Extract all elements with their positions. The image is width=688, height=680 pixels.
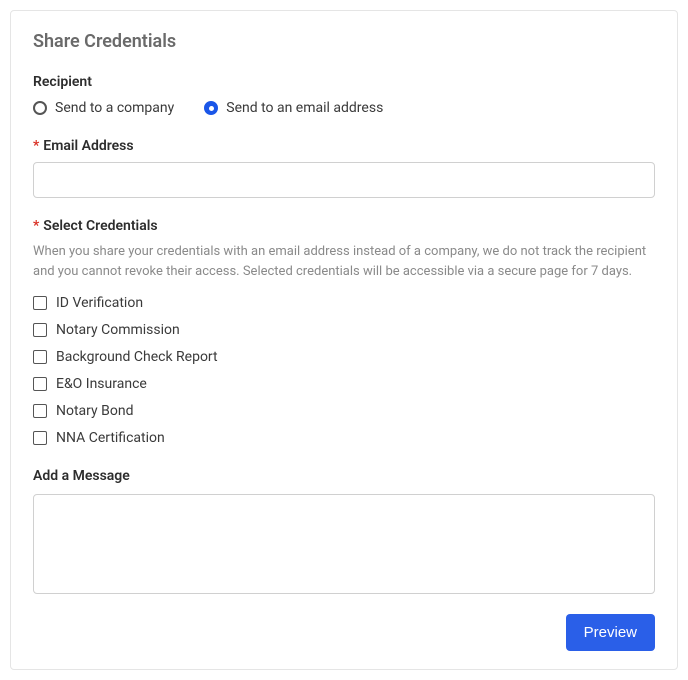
checkbox-notary-commission[interactable]: Notary Commission	[33, 322, 655, 338]
checkbox-label: E&O Insurance	[56, 376, 147, 392]
required-asterisk-icon: *	[33, 138, 39, 154]
checkbox-notary-bond[interactable]: Notary Bond	[33, 403, 655, 419]
checkbox-label: Background Check Report	[56, 349, 218, 365]
select-credentials-label-text: Select Credentials	[43, 218, 157, 234]
checkbox-icon	[33, 404, 47, 418]
message-label: Add a Message	[33, 468, 655, 484]
radio-unselected-icon	[33, 101, 47, 115]
checkbox-label: NNA Certification	[56, 430, 165, 446]
checkbox-label: ID Verification	[56, 295, 143, 311]
checkbox-eo-insurance[interactable]: E&O Insurance	[33, 376, 655, 392]
email-label: *Email Address	[33, 138, 655, 154]
footer: Preview	[33, 614, 655, 651]
select-credentials-label: *Select Credentials	[33, 218, 655, 234]
message-textarea[interactable]	[33, 494, 655, 594]
recipient-radio-company-label: Send to a company	[55, 100, 174, 116]
credentials-checkbox-list: ID Verification Notary Commission Backgr…	[33, 295, 655, 446]
checkbox-icon	[33, 431, 47, 445]
checkbox-label: Notary Commission	[56, 322, 180, 338]
recipient-label: Recipient	[33, 74, 655, 90]
share-credentials-card: Share Credentials Recipient Send to a co…	[10, 10, 678, 670]
checkbox-icon	[33, 296, 47, 310]
recipient-radio-email-label: Send to an email address	[226, 100, 383, 116]
radio-selected-icon	[204, 101, 218, 115]
checkbox-id-verification[interactable]: ID Verification	[33, 295, 655, 311]
checkbox-label: Notary Bond	[56, 403, 133, 419]
checkbox-icon	[33, 323, 47, 337]
credentials-helper-text: When you share your credentials with an …	[33, 242, 655, 281]
email-label-text: Email Address	[43, 138, 133, 154]
card-title: Share Credentials	[33, 31, 655, 52]
recipient-radio-company[interactable]: Send to a company	[33, 100, 174, 116]
preview-button[interactable]: Preview	[566, 614, 655, 651]
checkbox-icon	[33, 350, 47, 364]
recipient-radio-group: Send to a company Send to an email addre…	[33, 100, 655, 116]
checkbox-icon	[33, 377, 47, 391]
email-input[interactable]	[33, 162, 655, 198]
checkbox-background-check[interactable]: Background Check Report	[33, 349, 655, 365]
recipient-radio-email[interactable]: Send to an email address	[204, 100, 383, 116]
checkbox-nna-certification[interactable]: NNA Certification	[33, 430, 655, 446]
required-asterisk-icon: *	[33, 218, 39, 234]
